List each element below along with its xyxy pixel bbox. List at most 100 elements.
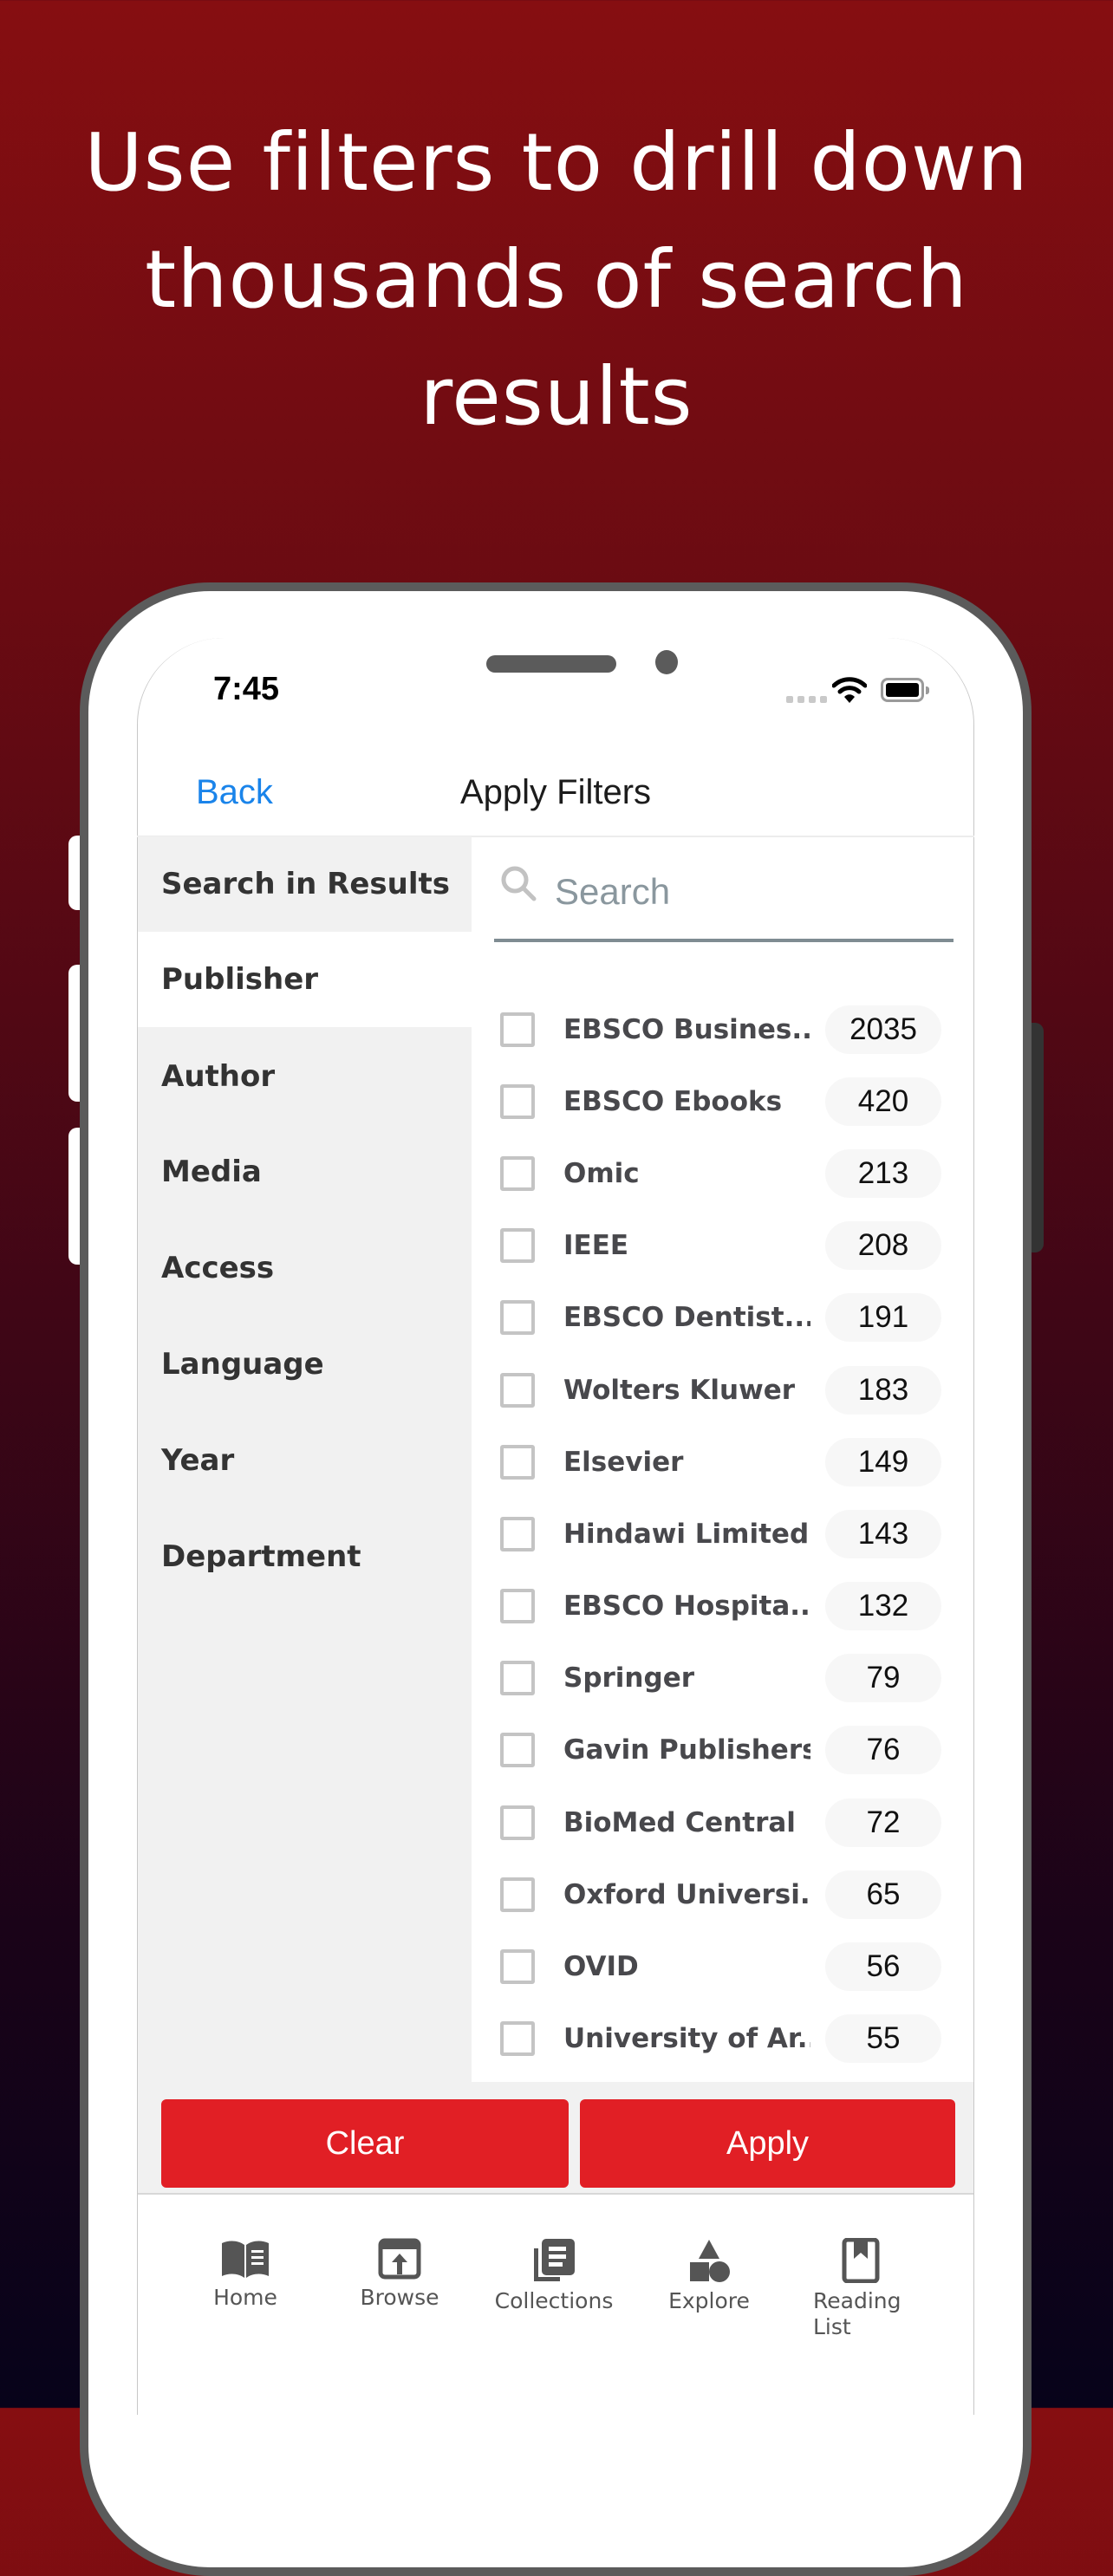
list-item: Hindawi Limited 143 bbox=[485, 1498, 954, 1570]
list-item: Gavin Publishers 76 bbox=[485, 1714, 954, 1786]
publisher-checkbox[interactable] bbox=[500, 1444, 535, 1480]
count-badge: 2035 bbox=[825, 1005, 941, 1054]
tab-label: Browse bbox=[360, 2285, 439, 2310]
count-badge: 213 bbox=[825, 1148, 941, 1198]
count-badge: 191 bbox=[825, 1293, 941, 1343]
publisher-name: EBSCO Hospita... bbox=[563, 1590, 810, 1623]
publisher-name: Wolters Kluwer bbox=[563, 1374, 796, 1406]
publisher-name: Hindawi Limited bbox=[563, 1518, 810, 1550]
list-item: University of Ar... 55 bbox=[485, 2003, 954, 2075]
publisher-search-field bbox=[494, 854, 954, 942]
promo-headline: Use filters to drill down thousands of s… bbox=[0, 104, 1113, 455]
tab-reading-list[interactable]: Reading List bbox=[796, 2238, 926, 2340]
count-badge: 208 bbox=[825, 1221, 941, 1271]
publisher-checkbox[interactable] bbox=[500, 1083, 535, 1119]
navigation-bar: Back Apply Filters bbox=[137, 754, 974, 837]
count-badge: 76 bbox=[825, 1726, 941, 1775]
publisher-name: IEEE bbox=[563, 1230, 629, 1262]
page-title: Apply Filters bbox=[459, 773, 652, 811]
apply-button[interactable]: Apply bbox=[580, 2099, 955, 2188]
status-time: 7:45 bbox=[213, 671, 280, 707]
phone-power-button bbox=[1032, 1023, 1044, 1252]
open-book-icon bbox=[180, 2238, 310, 2280]
publisher-checkbox[interactable] bbox=[500, 1155, 535, 1191]
publisher-name: EBSCO Dentist... bbox=[563, 1302, 810, 1334]
publisher-checkbox[interactable] bbox=[500, 1805, 535, 1840]
count-badge: 132 bbox=[825, 1582, 941, 1631]
list-item: BioMed Central 72 bbox=[485, 1786, 954, 1858]
phone-volume-up-button bbox=[68, 965, 80, 1102]
publisher-checkbox[interactable] bbox=[500, 1516, 535, 1551]
sidebar-item-access[interactable]: Access bbox=[138, 1220, 472, 1316]
tab-label: Collections bbox=[494, 2288, 614, 2313]
tab-explore[interactable]: Explore bbox=[644, 2238, 774, 2314]
list-item: EBSCO Ebooks 420 bbox=[485, 1065, 954, 1137]
search-icon bbox=[499, 864, 539, 908]
publisher-name: Gavin Publishers bbox=[563, 1734, 810, 1766]
phone-volume-down-button bbox=[68, 1128, 80, 1265]
wifi-icon bbox=[831, 676, 868, 708]
action-bar: Clear Apply bbox=[138, 2082, 973, 2195]
headline-line-2: thousands of search bbox=[145, 233, 968, 326]
list-item: Omic 213 bbox=[485, 1137, 954, 1209]
battery-tip bbox=[926, 686, 929, 694]
tab-browse[interactable]: Browse bbox=[335, 2238, 465, 2311]
sidebar-item-search-in-results[interactable]: Search in Results bbox=[138, 836, 472, 932]
sidebar-item-language[interactable]: Language bbox=[138, 1317, 472, 1412]
publisher-checkbox[interactable] bbox=[500, 1228, 535, 1264]
notch-camera bbox=[655, 650, 678, 674]
publisher-checkbox[interactable] bbox=[500, 1949, 535, 1985]
publisher-checkbox[interactable] bbox=[500, 1877, 535, 1912]
browse-upload-icon bbox=[335, 2238, 465, 2280]
tab-bar: Home Browse Collections Explore Reading … bbox=[138, 2195, 973, 2408]
clear-button[interactable]: Clear bbox=[161, 2099, 569, 2188]
cellular-signal-icon bbox=[786, 696, 827, 703]
count-badge: 65 bbox=[825, 1870, 941, 1919]
publisher-name: EBSCO Ebooks bbox=[563, 1085, 783, 1117]
list-item: EBSCO Hospita... 132 bbox=[485, 1571, 954, 1643]
tab-collections[interactable]: Collections bbox=[489, 2238, 619, 2314]
publisher-list: EBSCO Busines... 2035 EBSCO Ebooks 420 Omi… bbox=[485, 993, 954, 2075]
tab-home[interactable]: Home bbox=[180, 2238, 310, 2311]
battery-icon bbox=[881, 678, 924, 702]
list-item: Oxford Universi... 65 bbox=[485, 1858, 954, 1930]
publisher-checkbox[interactable] bbox=[500, 1589, 535, 1624]
publisher-checkbox[interactable] bbox=[500, 1012, 535, 1047]
publisher-name: Elsevier bbox=[563, 1446, 684, 1478]
count-badge: 143 bbox=[825, 1509, 941, 1558]
sidebar-item-publisher[interactable]: Publisher bbox=[138, 932, 472, 1027]
publisher-checkbox[interactable] bbox=[500, 1733, 535, 1768]
tab-label: Home bbox=[213, 2285, 277, 2310]
list-item: IEEE 208 bbox=[485, 1210, 954, 1282]
filter-category-sidebar: Search in Results Publisher Author Media… bbox=[138, 836, 472, 2082]
count-badge: 149 bbox=[825, 1437, 941, 1486]
search-input[interactable] bbox=[553, 861, 947, 923]
sidebar-item-author[interactable]: Author bbox=[138, 1029, 472, 1124]
publisher-checkbox[interactable] bbox=[500, 2021, 535, 2057]
list-item: OVID 56 bbox=[485, 1930, 954, 2002]
publisher-name: Springer bbox=[563, 1662, 695, 1695]
publisher-checkbox[interactable] bbox=[500, 1372, 535, 1408]
count-badge: 56 bbox=[825, 1942, 941, 1992]
publisher-checkbox[interactable] bbox=[500, 1300, 535, 1336]
sidebar-item-year[interactable]: Year bbox=[138, 1413, 472, 1508]
sidebar-item-media[interactable]: Media bbox=[138, 1124, 472, 1220]
count-badge: 55 bbox=[825, 2014, 941, 2064]
sidebar-item-department[interactable]: Department bbox=[138, 1509, 472, 1604]
count-badge: 183 bbox=[825, 1365, 941, 1415]
publisher-checkbox[interactable] bbox=[500, 1661, 535, 1696]
publisher-name: OVID bbox=[563, 1951, 639, 1983]
list-item: Elsevier 149 bbox=[485, 1426, 954, 1498]
notch-speaker bbox=[486, 655, 616, 673]
publisher-name: Omic bbox=[563, 1157, 640, 1189]
list-item: Springer 79 bbox=[485, 1643, 954, 1714]
bookmark-book-icon bbox=[796, 2238, 926, 2283]
headline-line-1: Use filters to drill down bbox=[84, 116, 1029, 209]
publisher-name: EBSCO Busines... bbox=[563, 1013, 810, 1045]
count-badge: 420 bbox=[825, 1077, 941, 1126]
publisher-name: University of Ar... bbox=[563, 2023, 810, 2055]
collections-stack-icon bbox=[489, 2238, 619, 2283]
list-item: EBSCO Busines... 2035 bbox=[485, 993, 954, 1065]
publisher-name: Oxford Universi... bbox=[563, 1878, 810, 1910]
tab-label: Reading List bbox=[813, 2288, 901, 2339]
